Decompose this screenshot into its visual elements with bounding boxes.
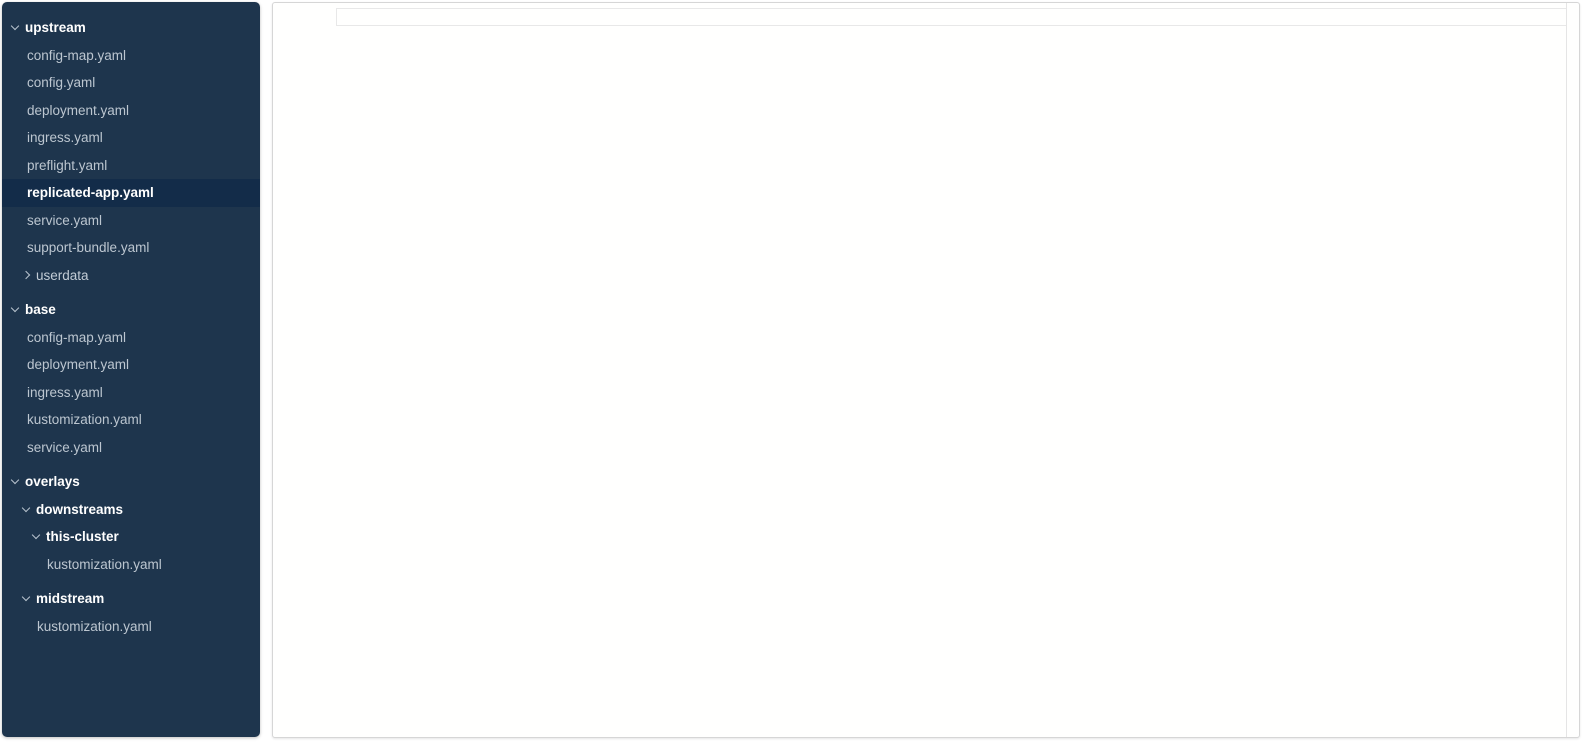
tree-item-label: service.yaml [27, 213, 102, 228]
tree-item-label: ingress.yaml [27, 130, 103, 145]
chevron-down-icon [11, 22, 19, 30]
tree-file-item[interactable]: kustomization.yaml [2, 613, 260, 641]
tree-file-item[interactable]: config-map.yaml [2, 42, 260, 70]
tree-file-item[interactable]: preflight.yaml [2, 152, 260, 180]
tree-file-item[interactable]: deployment.yaml [2, 97, 260, 125]
tree-folder-item[interactable]: downstreams [2, 496, 260, 524]
tree-item-label: replicated-app.yaml [27, 185, 154, 200]
tree-folder-item[interactable]: userdata [2, 262, 260, 290]
tree-item-label: service.yaml [27, 440, 102, 455]
tree-folder-item[interactable]: overlays [2, 468, 260, 496]
tree-folder-item[interactable]: this-cluster [2, 523, 260, 551]
chevron-down-icon [22, 504, 30, 512]
tree-item-label: this-cluster [46, 529, 119, 544]
tree-file-item[interactable]: kustomization.yaml [2, 406, 260, 434]
file-tree: upstream config-map.yaml config.yaml deploy… [2, 14, 260, 640]
tree-file-item[interactable]: support-bundle.yaml [2, 234, 260, 262]
tree-item-label: kustomization.yaml [47, 557, 162, 572]
tree-file-item[interactable]: service.yaml [2, 207, 260, 235]
chevron-down-icon [22, 593, 30, 601]
editor-scrollbar[interactable] [1566, 3, 1567, 737]
tree-item-label: deployment.yaml [27, 103, 129, 118]
tree-item-label: config.yaml [27, 75, 95, 90]
tree-item-label: support-bundle.yaml [27, 240, 149, 255]
tree-file-item[interactable]: service.yaml [2, 434, 260, 462]
tree-item-label: downstreams [36, 502, 123, 517]
tree-item-label: midstream [36, 591, 104, 606]
chevron-down-icon [11, 476, 19, 484]
tree-folder-item[interactable]: upstream [2, 14, 260, 42]
tree-item-label: deployment.yaml [27, 357, 129, 372]
tree-file-item[interactable]: deployment.yaml [2, 351, 260, 379]
file-tree-sidebar: upstream config-map.yaml config.yaml deploy… [2, 2, 260, 737]
tree-item-label: preflight.yaml [27, 158, 107, 173]
tree-file-item[interactable]: ingress.yaml [2, 379, 260, 407]
editor-panel [272, 2, 1580, 738]
chevron-down-icon [11, 304, 19, 312]
tree-item-label: config-map.yaml [27, 330, 126, 345]
tree-item-label: ingress.yaml [27, 385, 103, 400]
tree-item-label: overlays [25, 474, 80, 489]
tree-folder-item[interactable]: midstream [2, 585, 260, 613]
chevron-down-icon [32, 531, 40, 539]
tree-file-item[interactable]: replicated-app.yaml [2, 179, 260, 207]
tree-folder-item[interactable]: base [2, 296, 260, 324]
tree-item-label: userdata [36, 268, 89, 283]
chevron-right-icon [22, 271, 30, 279]
current-line-highlight [336, 8, 1567, 26]
tree-file-item[interactable]: config-map.yaml [2, 324, 260, 352]
tree-item-label: kustomization.yaml [37, 619, 152, 634]
tree-item-label: upstream [25, 20, 86, 35]
tree-file-item[interactable]: config.yaml [2, 69, 260, 97]
tree-file-item[interactable]: ingress.yaml [2, 124, 260, 152]
tree-item-label: base [25, 302, 56, 317]
tree-item-label: config-map.yaml [27, 48, 126, 63]
tree-item-label: kustomization.yaml [27, 412, 142, 427]
tree-file-item[interactable]: kustomization.yaml [2, 551, 260, 579]
